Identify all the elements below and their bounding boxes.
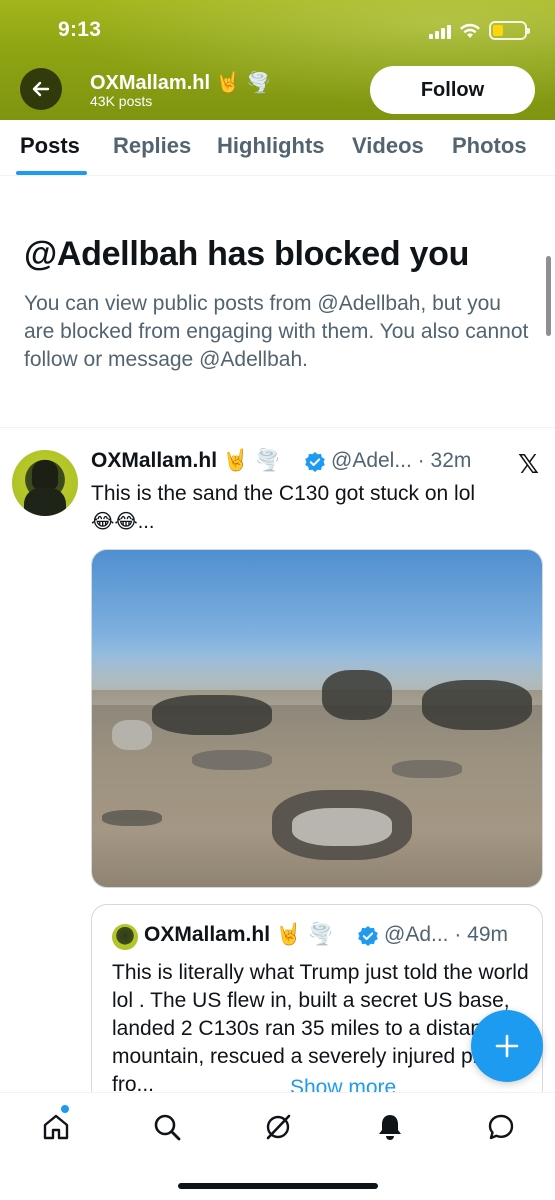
grok-icon [266, 1114, 291, 1140]
rock-hand-emoji: 🤘 [215, 72, 241, 94]
tab-posts[interactable]: Posts [20, 133, 80, 159]
section-divider [0, 427, 555, 428]
messages-icon [488, 1114, 514, 1140]
quoted-handle-time: @Ad... · 49m [384, 923, 509, 946]
notification-dot [61, 1105, 69, 1113]
cellular-signal-icon [429, 23, 451, 39]
avatar[interactable] [12, 450, 78, 516]
blocked-title: @Adellbah has blocked you [24, 235, 470, 273]
tab-replies[interactable]: Replies [113, 133, 191, 159]
back-button[interactable] [20, 68, 62, 110]
header-profile-name: OXMallam.hl 🤘 🌪️ [90, 72, 271, 94]
nav-messages[interactable] [481, 1107, 521, 1147]
follow-button[interactable]: Follow [370, 66, 535, 114]
bottom-navigation [0, 1092, 555, 1200]
nav-search[interactable] [147, 1107, 187, 1147]
status-time: 9:13 [58, 18, 102, 41]
tweet-handle-time[interactable]: @Adel... · 32m [331, 449, 471, 473]
tab-photos[interactable]: Photos [452, 133, 527, 159]
nav-home[interactable] [36, 1107, 76, 1147]
header-post-count: 43K posts [90, 93, 153, 109]
quoted-author-name: OXMallam.hl 🤘 🌪️ [144, 923, 335, 946]
active-tab-indicator [16, 171, 87, 175]
home-indicator[interactable] [178, 1183, 378, 1189]
x-logo-icon: 𝕏 [518, 449, 539, 479]
wifi-icon [460, 23, 480, 38]
laughing-emojis: 😂😂... [91, 511, 155, 533]
tweet-text: This is the sand the C130 got stuck on l… [91, 482, 476, 533]
arrow-left-icon [32, 81, 50, 97]
tornado-emoji: 🌪️ [246, 72, 271, 94]
tab-videos[interactable]: Videos [352, 133, 424, 159]
profile-tabs: Posts Replies Highlights Videos Photos [0, 120, 555, 176]
verified-badge-icon [358, 926, 378, 946]
battery-icon [489, 21, 530, 40]
tab-highlights[interactable]: Highlights [217, 133, 325, 159]
rock-hand-emoji: 🤘 [222, 449, 250, 472]
tweet-author-name[interactable]: OXMallam.hl 🤘 🌪️ [91, 449, 281, 473]
verified-badge-icon [305, 452, 325, 472]
tweet-photo[interactable] [91, 549, 543, 888]
notifications-icon [379, 1115, 401, 1140]
tornado-emoji: 🌪️ [307, 923, 335, 946]
avatar[interactable] [112, 924, 138, 950]
plus-icon [495, 1034, 519, 1058]
scrollbar[interactable] [546, 256, 551, 336]
tornado-emoji: 🌪️ [254, 449, 282, 472]
rock-hand-emoji: 🤘 [275, 923, 303, 946]
nav-notifications[interactable] [370, 1107, 410, 1147]
home-icon [43, 1114, 69, 1140]
nav-grok[interactable] [258, 1107, 298, 1147]
quoted-tweet[interactable]: OXMallam.hl 🤘 🌪️ @Ad... · 49m This is li… [91, 904, 543, 1104]
blocked-description: You can view public posts from @Adellbah… [24, 292, 529, 371]
search-icon [154, 1114, 181, 1141]
compose-button[interactable] [471, 1010, 543, 1082]
status-icons [429, 21, 530, 40]
